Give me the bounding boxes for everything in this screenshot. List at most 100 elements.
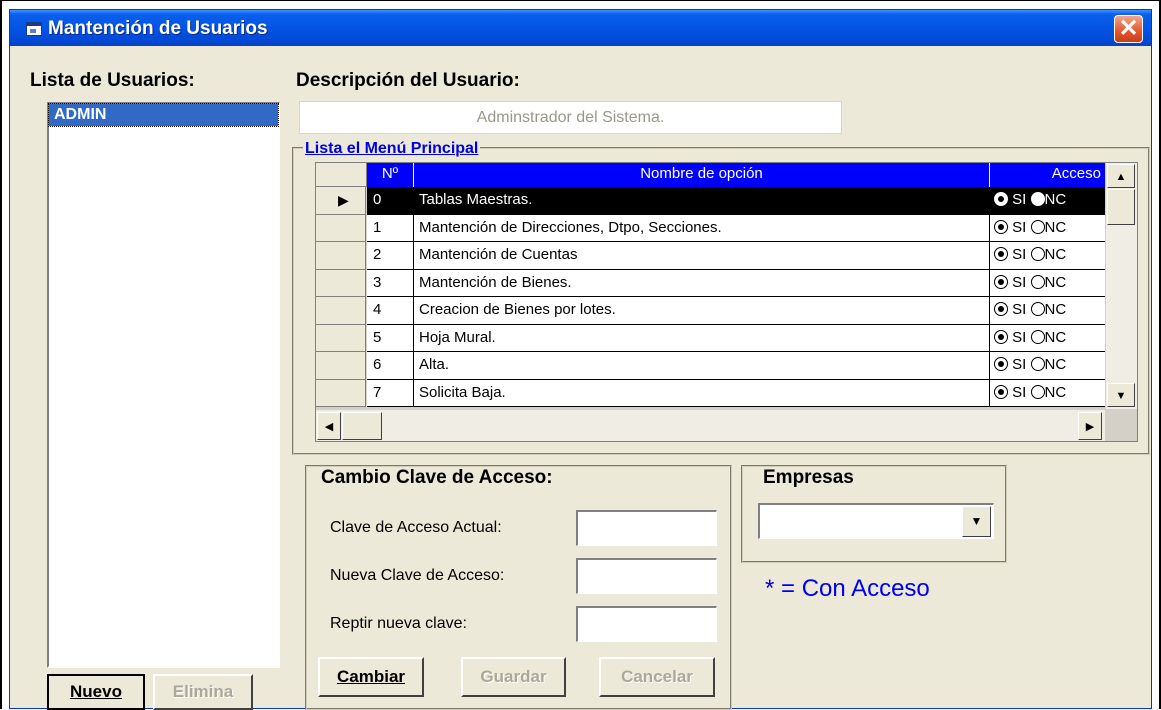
menu-row-option-name[interactable]: Mantención de Bienes. xyxy=(414,269,990,297)
grid-header-access[interactable]: Acceso xyxy=(990,163,1105,187)
access-si-radio[interactable] xyxy=(994,384,1008,399)
access-no-radio[interactable] xyxy=(1030,384,1045,399)
menu-row-option-name[interactable]: Solicita Baja. xyxy=(414,379,990,407)
access-no-label: NC xyxy=(1044,383,1067,401)
user-list-item[interactable]: ADMIN xyxy=(48,103,279,127)
menu-row-access[interactable]: SI NC xyxy=(990,214,1105,242)
menu-row-option-name[interactable]: Creacion de Bienes por lotes. xyxy=(414,297,990,325)
grid-horizontal-scrollbar[interactable]: ◀ ▶ xyxy=(316,409,1105,441)
grid-corner-header xyxy=(316,163,367,187)
access-no-label: NC xyxy=(1044,191,1067,208)
row-selector[interactable] xyxy=(316,324,366,352)
menu-row-option-name[interactable]: Mantención de Cuentas xyxy=(414,242,990,270)
access-si-label: SI xyxy=(1012,328,1027,346)
change-password-button-label: Cambiar xyxy=(336,667,406,686)
access-si-label: SI xyxy=(1012,356,1027,373)
user-description-field[interactable]: Adminstrador del Sistema. xyxy=(299,101,842,134)
access-no-radio[interactable] xyxy=(1030,302,1045,316)
scroll-down-arrow-icon[interactable]: ▼ xyxy=(1107,383,1135,407)
delete-user-button[interactable]: Elimina xyxy=(153,674,253,710)
access-no-label: NC xyxy=(1044,328,1067,346)
title-bar[interactable]: Mantención de Usuarios ✕ xyxy=(10,10,1151,46)
vertical-scroll-thumb[interactable] xyxy=(1107,189,1135,225)
menu-list-group-title: Lista el Menú Principal xyxy=(303,140,481,160)
save-password-button[interactable]: Guardar xyxy=(461,657,566,697)
grid-header-option-name[interactable]: Nombre de opción xyxy=(414,163,990,187)
menu-row-access[interactable]: SI NC xyxy=(990,297,1105,325)
menu-row-number[interactable]: 3 xyxy=(367,269,414,297)
menu-row-option-name[interactable]: Hoja Mural. xyxy=(414,324,990,352)
new-user-button-label: Nuevo xyxy=(70,682,122,701)
access-si-radio[interactable] xyxy=(994,192,1008,206)
new-password-input[interactable] xyxy=(576,558,717,594)
row-selector[interactable] xyxy=(316,269,366,297)
menu-row-option-name[interactable]: Alta. xyxy=(414,352,990,380)
access-si-radio[interactable] xyxy=(994,247,1008,261)
row-selector[interactable] xyxy=(316,352,366,380)
delete-user-button-label: Elimina xyxy=(172,682,234,701)
menu-row-access[interactable]: SI NC xyxy=(990,352,1105,380)
access-si-radio[interactable] xyxy=(994,357,1008,371)
menu-row-number[interactable]: 7 xyxy=(367,379,414,407)
access-si-label: SI xyxy=(1012,191,1027,208)
access-legend: * = Con Acceso xyxy=(765,575,930,602)
row-selector[interactable] xyxy=(316,214,366,242)
row-selector[interactable]: ▶ xyxy=(316,187,366,215)
access-no-radio[interactable] xyxy=(1030,274,1045,289)
menu-row-number[interactable]: 1 xyxy=(367,214,414,242)
users-listbox[interactable]: ADMIN xyxy=(47,102,280,668)
menu-row-number[interactable]: 2 xyxy=(367,242,414,270)
menu-row-option-name[interactable]: Mantención de Direcciones, Dtpo, Seccion… xyxy=(414,214,990,242)
scroll-left-arrow-icon[interactable]: ◀ xyxy=(317,412,341,440)
row-selector[interactable] xyxy=(316,379,366,407)
cancel-password-button-label: Cancelar xyxy=(621,667,693,686)
row-selector[interactable] xyxy=(316,297,366,325)
menu-row-access[interactable]: SI NC xyxy=(990,187,1105,215)
access-no-radio[interactable] xyxy=(1030,192,1045,206)
menu-row-number[interactable]: 6 xyxy=(367,352,414,380)
grid-header-number[interactable]: Nº xyxy=(367,163,414,187)
menu-row-access[interactable]: SI NC xyxy=(990,379,1105,407)
cancel-password-button[interactable]: Cancelar xyxy=(599,657,715,697)
repeat-password-input[interactable] xyxy=(576,606,717,642)
user-maintenance-window: Mantención de Usuarios ✕ Lista de Usuari… xyxy=(9,9,1152,710)
menu-row-access[interactable]: SI NC xyxy=(990,242,1105,270)
menu-row-access[interactable]: SI NC xyxy=(990,269,1105,297)
change-password-button[interactable]: Cambiar xyxy=(318,657,424,697)
access-si-radio[interactable] xyxy=(994,302,1008,316)
companies-select[interactable]: ▼ xyxy=(758,503,994,539)
scrollbar-corner xyxy=(1105,409,1137,441)
companies-title: Empresas xyxy=(760,467,857,489)
menu-row-access[interactable]: SI NC xyxy=(990,324,1105,352)
row-selector[interactable] xyxy=(316,242,366,270)
access-no-label: NC xyxy=(1044,246,1067,263)
users-list-label: Lista de Usuarios: xyxy=(30,70,195,91)
menu-row-number[interactable]: 5 xyxy=(367,324,414,352)
menu-options-grid[interactable]: Nº Nombre de opción Acceso ▶ 0 Tablas Maes… xyxy=(315,162,1138,442)
horizontal-scroll-thumb[interactable] xyxy=(342,412,382,440)
access-no-label: NC xyxy=(1044,273,1067,291)
access-no-radio[interactable] xyxy=(1030,329,1045,344)
current-row-marker-icon: ▶ xyxy=(338,192,349,208)
password-change-title: Cambio Clave de Acceso: xyxy=(318,467,556,489)
access-no-radio[interactable] xyxy=(1030,247,1045,261)
scroll-right-arrow-icon[interactable]: ▶ xyxy=(1078,412,1102,440)
scroll-up-arrow-icon[interactable]: ▲ xyxy=(1107,164,1135,188)
grid-vertical-scrollbar[interactable]: ▲ ▼ xyxy=(1105,163,1137,409)
save-password-button-label: Guardar xyxy=(480,667,547,686)
access-no-label: NC xyxy=(1044,218,1067,236)
access-si-radio[interactable] xyxy=(994,274,1008,289)
access-si-label: SI xyxy=(1012,218,1027,236)
access-no-radio[interactable] xyxy=(1030,357,1045,371)
new-user-button[interactable]: Nuevo xyxy=(47,674,145,710)
current-password-input[interactable] xyxy=(576,510,717,546)
close-button[interactable]: ✕ xyxy=(1114,15,1143,43)
chevron-down-icon[interactable]: ▼ xyxy=(962,506,991,537)
menu-row-option-name[interactable]: Tablas Maestras. xyxy=(414,187,990,215)
repeat-password-label: Reptir nueva clave: xyxy=(330,615,467,632)
access-no-radio[interactable] xyxy=(1030,219,1045,234)
menu-row-number[interactable]: 0 xyxy=(367,187,414,215)
menu-row-number[interactable]: 4 xyxy=(367,297,414,325)
access-si-radio[interactable] xyxy=(994,219,1008,234)
access-si-radio[interactable] xyxy=(994,329,1008,344)
